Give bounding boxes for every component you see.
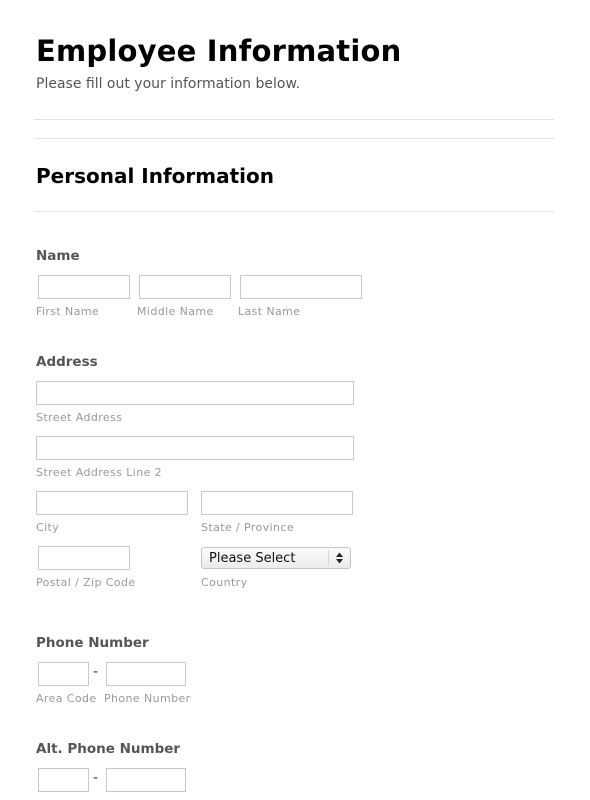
postal-code-input[interactable]	[38, 546, 130, 570]
alt-phone-number-label: Alt. Phone Number	[36, 741, 181, 757]
form-subtitle: Please fill out your information below.	[36, 76, 301, 92]
street-address-sublabel: Street Address	[36, 411, 123, 424]
street-address-input[interactable]	[36, 381, 354, 405]
middle-name-sublabel: Middle Name	[137, 305, 214, 318]
city-input[interactable]	[36, 491, 188, 515]
last-name-input[interactable]	[240, 275, 362, 299]
divider	[34, 119, 554, 120]
divider	[34, 138, 554, 139]
first-name-input[interactable]	[38, 275, 130, 299]
middle-name-input[interactable]	[139, 275, 231, 299]
divider	[34, 211, 554, 212]
alt-phone-number-input[interactable]	[106, 768, 186, 792]
state-province-input[interactable]	[201, 491, 353, 515]
postal-code-sublabel: Postal / Zip Code	[36, 576, 136, 589]
area-code-sublabel: Area Code	[36, 692, 97, 705]
section-title: Personal Information	[36, 164, 274, 188]
form-title: Employee Information	[36, 34, 402, 68]
first-name-sublabel: First Name	[36, 305, 100, 318]
phone-number-label: Phone Number	[36, 635, 149, 651]
country-select[interactable]: Please Select	[201, 547, 351, 569]
country-sublabel: Country	[201, 576, 248, 589]
phone-number-sublabel: Phone Number	[104, 692, 191, 705]
address-label: Address	[36, 354, 98, 370]
state-province-sublabel: State / Province	[201, 521, 295, 534]
last-name-sublabel: Last Name	[238, 305, 301, 318]
area-code-input[interactable]	[38, 662, 89, 686]
alt-area-code-input[interactable]	[38, 768, 89, 792]
phone-number-input[interactable]	[106, 662, 186, 686]
select-divider	[328, 550, 329, 566]
street-address-line2-input[interactable]	[36, 436, 354, 460]
name-label: Name	[36, 248, 80, 264]
city-sublabel: City	[36, 521, 60, 534]
alt-phone-separator: -	[93, 770, 99, 786]
phone-separator: -	[93, 664, 99, 680]
updown-arrows-icon	[336, 552, 343, 564]
country-select-value: Please Select	[209, 551, 296, 566]
street-address-line2-sublabel: Street Address Line 2	[36, 466, 163, 479]
